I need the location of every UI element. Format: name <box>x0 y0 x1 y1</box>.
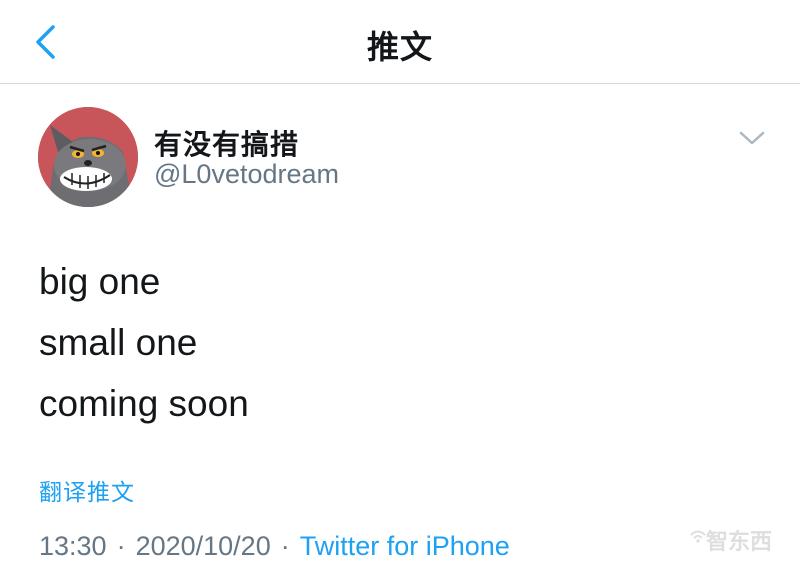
tweet-time: 13:30 <box>39 531 107 561</box>
cartoon-cat-avatar-icon <box>38 107 138 207</box>
tweet-text: big one small one coming soon <box>39 251 249 434</box>
tweet-text-line: coming soon <box>39 383 249 424</box>
chevron-down-icon <box>739 131 765 145</box>
tweet-date: 2020/10/20 <box>135 531 271 561</box>
tweet-meta: 13:30 · 2020/10/20 · Twitter for iPhone <box>39 531 510 562</box>
tweet-options-button[interactable] <box>734 123 770 153</box>
meta-separator: · <box>280 531 290 561</box>
translate-tweet-link[interactable]: 翻译推文 <box>39 473 135 507</box>
wifi-icon <box>690 530 706 543</box>
author-display-name[interactable]: 有没有搞措 <box>154 123 299 163</box>
watermark-logo: 智东西 <box>688 520 788 554</box>
tweet-text-line: small one <box>39 322 198 363</box>
tweet-text-line: big one <box>39 261 161 302</box>
watermark-text: 智东西 <box>706 529 773 554</box>
avatar[interactable] <box>38 107 138 207</box>
meta-separator: · <box>116 531 126 561</box>
author-handle[interactable]: @L0vetodream <box>154 159 339 190</box>
page-title: 推文 <box>366 29 433 65</box>
tweet-source-link[interactable]: Twitter for iPhone <box>300 531 510 561</box>
navigation-bar: 推文 <box>0 0 800 84</box>
tweet-card[interactable]: 有没有搞措 @L0vetodream big one small one com… <box>0 85 800 576</box>
